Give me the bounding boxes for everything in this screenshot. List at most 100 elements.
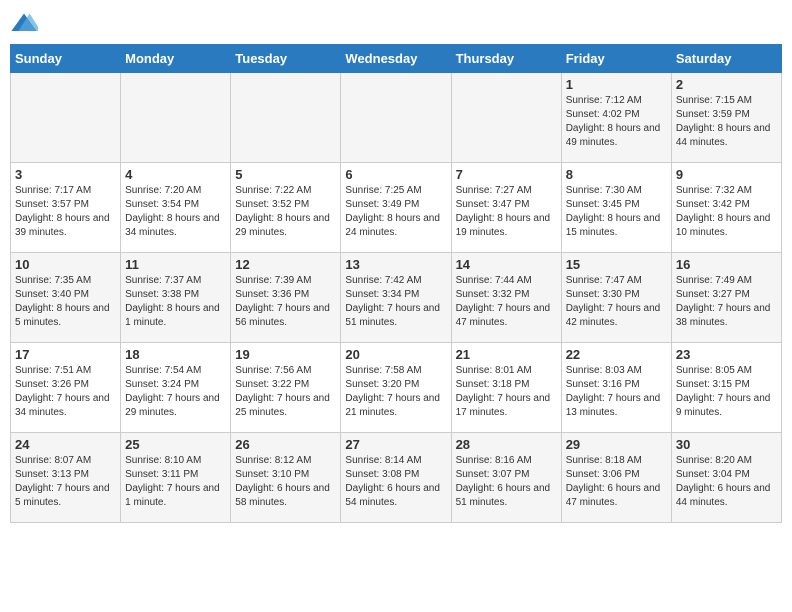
col-header-monday: Monday	[121, 45, 231, 73]
day-number: 8	[566, 167, 667, 182]
calendar-cell: 11 Sunrise: 7:37 AM Sunset: 3:38 PM Dayli…	[121, 253, 231, 343]
day-info: Sunrise: 7:30 AM Sunset: 3:45 PM Dayligh…	[566, 184, 667, 240]
day-info: Sunrise: 7:32 AM Sunset: 3:42 PM Dayligh…	[676, 184, 777, 240]
day-number: 26	[235, 437, 336, 452]
day-info: Sunrise: 8:07 AM Sunset: 3:13 PM Dayligh…	[15, 454, 116, 510]
day-number: 20	[345, 347, 446, 362]
calendar-week-row: 3Sunrise: 7:17 AM Sunset: 3:57 PM Daylig…	[11, 163, 782, 253]
day-info: Sunrise: 7:58 AM Sunset: 3:20 PM Dayligh…	[345, 364, 446, 420]
calendar-week-row: 17 Sunrise: 7:51 AM Sunset: 3:26 PM Dayli…	[11, 343, 782, 433]
day-number: 14	[456, 257, 557, 272]
calendar-cell: 10Sunrise: 7:35 AM Sunset: 3:40 PM Dayli…	[11, 253, 121, 343]
calendar-week-row: 10Sunrise: 7:35 AM Sunset: 3:40 PM Dayli…	[11, 253, 782, 343]
calendar-week-row: 1 Sunrise: 7:12 AM Sunset: 4:02 PM Daylig…	[11, 73, 782, 163]
day-info: Sunrise: 7:51 AM Sunset: 3:26 PM Dayligh…	[15, 364, 116, 420]
calendar-cell: 13 Sunrise: 7:42 AM Sunset: 3:34 PM Dayli…	[341, 253, 451, 343]
day-number: 16	[676, 257, 777, 272]
calendar-cell: 6 Sunrise: 7:25 AM Sunset: 3:49 PM Daylig…	[341, 163, 451, 253]
col-header-tuesday: Tuesday	[231, 45, 341, 73]
calendar: SundayMondayTuesdayWednesdayThursdayFrid…	[10, 44, 782, 523]
calendar-cell: 27 Sunrise: 8:14 AM Sunset: 3:08 PM Dayli…	[341, 433, 451, 523]
day-number: 7	[456, 167, 557, 182]
calendar-cell: 23Sunrise: 8:05 AM Sunset: 3:15 PM Dayli…	[671, 343, 781, 433]
calendar-cell: 22 Sunrise: 8:03 AM Sunset: 3:16 PM Dayli…	[561, 343, 671, 433]
header	[10, 10, 782, 38]
day-info: Sunrise: 8:16 AM Sunset: 3:07 PM Dayligh…	[456, 454, 557, 510]
calendar-cell: 21 Sunrise: 8:01 AM Sunset: 3:18 PM Dayli…	[451, 343, 561, 433]
calendar-cell: 30Sunrise: 8:20 AM Sunset: 3:04 PM Dayli…	[671, 433, 781, 523]
calendar-cell: 28 Sunrise: 8:16 AM Sunset: 3:07 PM Dayli…	[451, 433, 561, 523]
day-number: 3	[15, 167, 116, 182]
calendar-cell	[231, 73, 341, 163]
day-info: Sunrise: 8:01 AM Sunset: 3:18 PM Dayligh…	[456, 364, 557, 420]
col-header-saturday: Saturday	[671, 45, 781, 73]
day-info: Sunrise: 7:56 AM Sunset: 3:22 PM Dayligh…	[235, 364, 336, 420]
day-number: 27	[345, 437, 446, 452]
calendar-cell: 20 Sunrise: 7:58 AM Sunset: 3:20 PM Dayli…	[341, 343, 451, 433]
calendar-week-row: 24 Sunrise: 8:07 AM Sunset: 3:13 PM Dayli…	[11, 433, 782, 523]
day-number: 5	[235, 167, 336, 182]
day-info: Sunrise: 7:12 AM Sunset: 4:02 PM Dayligh…	[566, 94, 667, 150]
day-number: 11	[125, 257, 226, 272]
calendar-cell: 4 Sunrise: 7:20 AM Sunset: 3:54 PM Daylig…	[121, 163, 231, 253]
day-number: 15	[566, 257, 667, 272]
calendar-cell	[341, 73, 451, 163]
calendar-cell	[451, 73, 561, 163]
day-info: Sunrise: 7:42 AM Sunset: 3:34 PM Dayligh…	[345, 274, 446, 330]
calendar-cell: 9 Sunrise: 7:32 AM Sunset: 3:42 PM Daylig…	[671, 163, 781, 253]
day-info: Sunrise: 7:44 AM Sunset: 3:32 PM Dayligh…	[456, 274, 557, 330]
day-number: 2	[676, 77, 777, 92]
day-info: Sunrise: 7:49 AM Sunset: 3:27 PM Dayligh…	[676, 274, 777, 330]
day-number: 4	[125, 167, 226, 182]
day-info: Sunrise: 8:03 AM Sunset: 3:16 PM Dayligh…	[566, 364, 667, 420]
day-info: Sunrise: 7:22 AM Sunset: 3:52 PM Dayligh…	[235, 184, 336, 240]
day-number: 9	[676, 167, 777, 182]
day-number: 19	[235, 347, 336, 362]
day-number: 10	[15, 257, 116, 272]
calendar-cell: 3Sunrise: 7:17 AM Sunset: 3:57 PM Daylig…	[11, 163, 121, 253]
day-info: Sunrise: 8:12 AM Sunset: 3:10 PM Dayligh…	[235, 454, 336, 510]
day-number: 13	[345, 257, 446, 272]
day-info: Sunrise: 7:15 AM Sunset: 3:59 PM Dayligh…	[676, 94, 777, 150]
calendar-cell: 15Sunrise: 7:47 AM Sunset: 3:30 PM Dayli…	[561, 253, 671, 343]
calendar-cell: 18Sunrise: 7:54 AM Sunset: 3:24 PM Dayli…	[121, 343, 231, 433]
day-number: 24	[15, 437, 116, 452]
day-number: 17	[15, 347, 116, 362]
day-number: 6	[345, 167, 446, 182]
day-info: Sunrise: 7:20 AM Sunset: 3:54 PM Dayligh…	[125, 184, 226, 240]
col-header-wednesday: Wednesday	[341, 45, 451, 73]
calendar-cell: 17 Sunrise: 7:51 AM Sunset: 3:26 PM Dayli…	[11, 343, 121, 433]
day-number: 28	[456, 437, 557, 452]
day-number: 21	[456, 347, 557, 362]
day-number: 12	[235, 257, 336, 272]
day-info: Sunrise: 7:27 AM Sunset: 3:47 PM Dayligh…	[456, 184, 557, 240]
day-number: 22	[566, 347, 667, 362]
day-info: Sunrise: 8:20 AM Sunset: 3:04 PM Dayligh…	[676, 454, 777, 510]
calendar-cell: 16 Sunrise: 7:49 AM Sunset: 3:27 PM Dayli…	[671, 253, 781, 343]
calendar-cell: 2 Sunrise: 7:15 AM Sunset: 3:59 PM Daylig…	[671, 73, 781, 163]
day-info: Sunrise: 8:14 AM Sunset: 3:08 PM Dayligh…	[345, 454, 446, 510]
day-number: 1	[566, 77, 667, 92]
calendar-cell: 24 Sunrise: 8:07 AM Sunset: 3:13 PM Dayli…	[11, 433, 121, 523]
col-header-friday: Friday	[561, 45, 671, 73]
calendar-cell: 26 Sunrise: 8:12 AM Sunset: 3:10 PM Dayli…	[231, 433, 341, 523]
calendar-cell: 8 Sunrise: 7:30 AM Sunset: 3:45 PM Daylig…	[561, 163, 671, 253]
logo-icon	[10, 10, 38, 38]
day-info: Sunrise: 7:37 AM Sunset: 3:38 PM Dayligh…	[125, 274, 226, 330]
calendar-cell: 29Sunrise: 8:18 AM Sunset: 3:06 PM Dayli…	[561, 433, 671, 523]
calendar-cell: 7 Sunrise: 7:27 AM Sunset: 3:47 PM Daylig…	[451, 163, 561, 253]
calendar-cell	[11, 73, 121, 163]
calendar-cell: 5 Sunrise: 7:22 AM Sunset: 3:52 PM Daylig…	[231, 163, 341, 253]
calendar-header-row: SundayMondayTuesdayWednesdayThursdayFrid…	[11, 45, 782, 73]
col-header-sunday: Sunday	[11, 45, 121, 73]
logo	[10, 10, 42, 38]
calendar-cell: 1 Sunrise: 7:12 AM Sunset: 4:02 PM Daylig…	[561, 73, 671, 163]
calendar-cell: 19 Sunrise: 7:56 AM Sunset: 3:22 PM Dayli…	[231, 343, 341, 433]
day-info: Sunrise: 8:18 AM Sunset: 3:06 PM Dayligh…	[566, 454, 667, 510]
day-info: Sunrise: 7:54 AM Sunset: 3:24 PM Dayligh…	[125, 364, 226, 420]
calendar-cell: 25Sunrise: 8:10 AM Sunset: 3:11 PM Dayli…	[121, 433, 231, 523]
calendar-cell: 14 Sunrise: 7:44 AM Sunset: 3:32 PM Dayli…	[451, 253, 561, 343]
day-info: Sunrise: 7:39 AM Sunset: 3:36 PM Dayligh…	[235, 274, 336, 330]
day-info: Sunrise: 7:25 AM Sunset: 3:49 PM Dayligh…	[345, 184, 446, 240]
day-number: 25	[125, 437, 226, 452]
